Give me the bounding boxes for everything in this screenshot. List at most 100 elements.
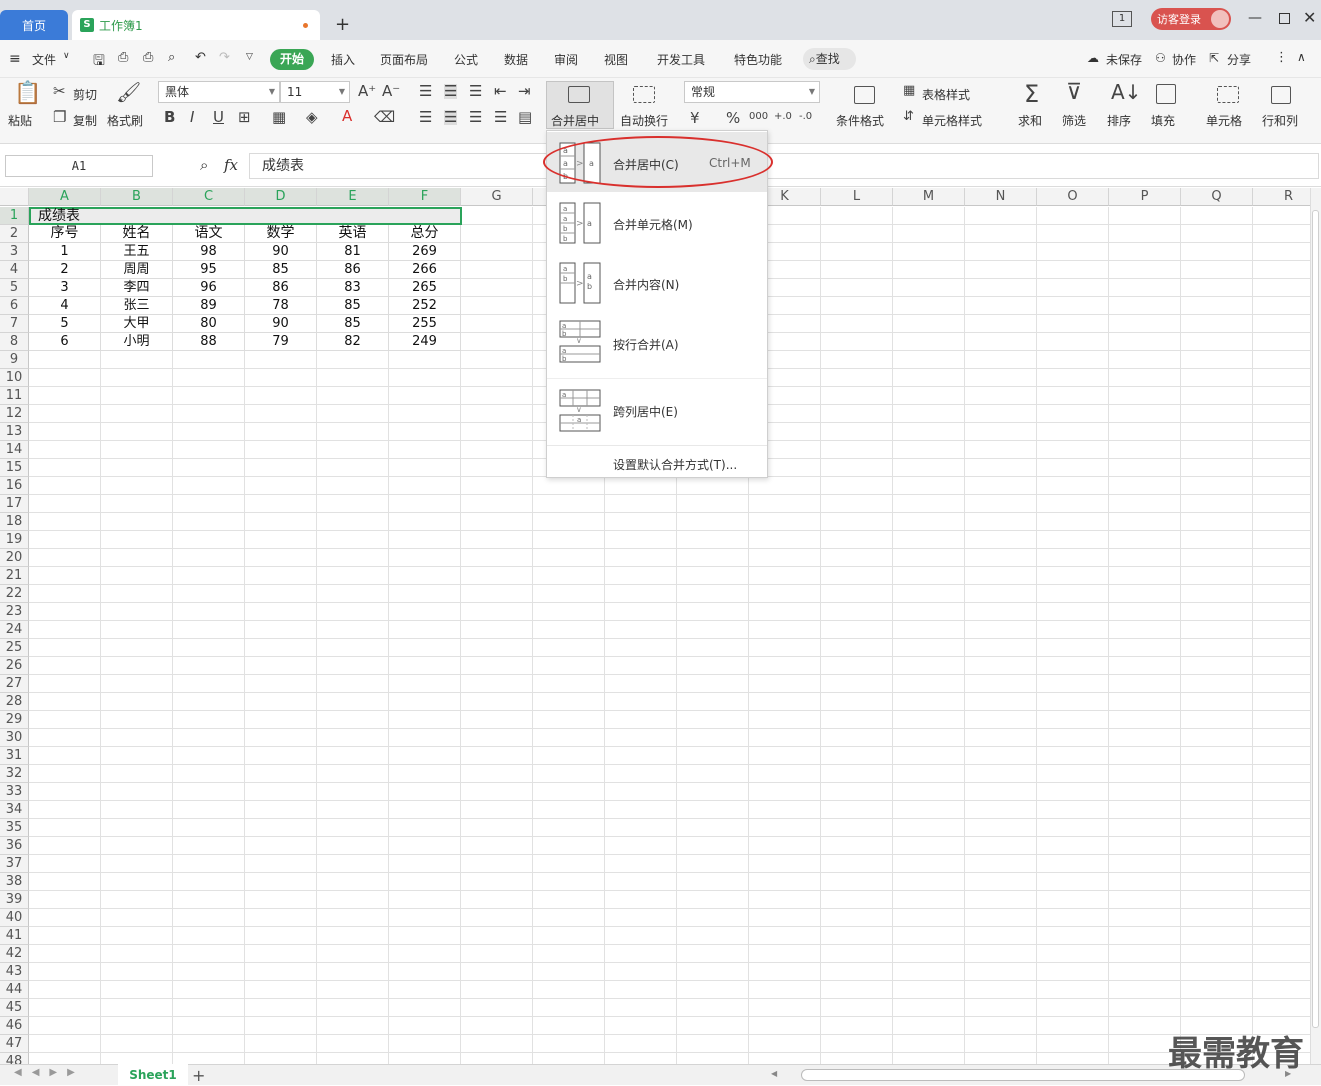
table-cell[interactable]: 86 bbox=[245, 279, 317, 297]
sort-icon[interactable]: A↓ bbox=[1111, 82, 1141, 102]
row-header[interactable]: 19 bbox=[0, 531, 29, 549]
table-cell[interactable]: 269 bbox=[389, 243, 461, 261]
hamburger-icon[interactable]: ≡ bbox=[9, 51, 21, 67]
column-header-c[interactable]: C bbox=[173, 188, 245, 206]
justify-icon[interactable]: ☰ bbox=[494, 110, 507, 125]
row-header[interactable]: 41 bbox=[0, 927, 29, 945]
row-header[interactable]: 33 bbox=[0, 783, 29, 801]
row-header[interactable]: 32 bbox=[0, 765, 29, 783]
sheet-nav-icons[interactable]: ◀◀▶▶ bbox=[14, 1067, 85, 1078]
format-painter-icon[interactable]: 🖌 bbox=[116, 82, 141, 102]
file-menu[interactable]: 文件 bbox=[32, 51, 56, 68]
increase-font-icon[interactable]: A⁺ bbox=[358, 84, 376, 99]
row-header[interactable]: 22 bbox=[0, 585, 29, 603]
cut-button[interactable]: 剪切 bbox=[73, 86, 97, 103]
table-cell[interactable]: 83 bbox=[317, 279, 389, 297]
menu-item-set-default[interactable]: 设置默认合并方式(T)... bbox=[547, 449, 767, 477]
table-cell[interactable]: 78 bbox=[245, 297, 317, 315]
menu-item-center-across[interactable]: a ∨ a 跨列居中(E) bbox=[547, 378, 767, 438]
column-header-g[interactable]: G bbox=[461, 188, 533, 206]
align-center-icon[interactable]: ☰ bbox=[444, 110, 458, 125]
table-cell[interactable]: 249 bbox=[389, 333, 461, 351]
row-header[interactable]: 42 bbox=[0, 945, 29, 963]
unsaved-label[interactable]: 未保存 bbox=[1106, 51, 1142, 68]
cell-button[interactable]: 单元格 bbox=[1206, 112, 1242, 129]
maximize-icon[interactable] bbox=[1279, 13, 1290, 24]
row-header[interactable]: 17 bbox=[0, 495, 29, 513]
column-header-f[interactable]: F bbox=[389, 188, 461, 206]
row-header[interactable]: 8 bbox=[0, 333, 29, 351]
row-header[interactable]: 31 bbox=[0, 747, 29, 765]
align-top-icon[interactable]: ☰ bbox=[419, 84, 432, 99]
italic-icon[interactable]: I bbox=[190, 110, 194, 125]
table-cell[interactable]: 85 bbox=[245, 261, 317, 279]
cell-style-button[interactable]: 单元格样式 bbox=[922, 112, 982, 129]
table-cell[interactable]: 3 bbox=[29, 279, 101, 297]
more-icon[interactable]: ⋮ bbox=[1275, 50, 1288, 65]
row-header[interactable]: 26 bbox=[0, 657, 29, 675]
table-cell[interactable]: 90 bbox=[245, 243, 317, 261]
save-icon[interactable]: 🖫 bbox=[93, 50, 105, 74]
collapse-ribbon-icon[interactable]: ∧ bbox=[1297, 50, 1306, 64]
fx-icon[interactable]: fx bbox=[224, 156, 238, 174]
column-header-d[interactable]: D bbox=[245, 188, 317, 206]
share-button[interactable]: 分享 bbox=[1227, 51, 1251, 68]
scroll-left-icon[interactable]: ◀ bbox=[771, 1069, 777, 1078]
row-header[interactable]: 1 bbox=[0, 207, 29, 225]
row-header[interactable]: 37 bbox=[0, 855, 29, 873]
format-painter-button[interactable]: 格式刷 bbox=[107, 112, 143, 129]
row-header[interactable]: 10 bbox=[0, 369, 29, 387]
table-cell[interactable]: 85 bbox=[317, 315, 389, 333]
table-cell[interactable]: 86 bbox=[317, 261, 389, 279]
redo-icon[interactable]: ↷ bbox=[219, 50, 230, 65]
row-col-button[interactable]: 行和列 bbox=[1262, 112, 1298, 129]
select-all-corner[interactable] bbox=[0, 188, 29, 206]
new-tab-button[interactable]: + bbox=[335, 14, 350, 35]
table-cell[interactable]: 82 bbox=[317, 333, 389, 351]
currency-button[interactable]: ¥ bbox=[690, 111, 700, 126]
column-header-n[interactable]: N bbox=[965, 188, 1037, 206]
table-cell[interactable]: 266 bbox=[389, 261, 461, 279]
formula-input[interactable]: 成绩表 bbox=[249, 153, 1319, 179]
clear-format-icon[interactable]: ⌫ bbox=[374, 110, 395, 125]
row-header[interactable]: 11 bbox=[0, 387, 29, 405]
row-header[interactable]: 16 bbox=[0, 477, 29, 495]
align-right-icon[interactable]: ☰ bbox=[469, 110, 482, 125]
tab-review[interactable]: 审阅 bbox=[554, 51, 578, 68]
indent-increase-icon[interactable]: ⇥ bbox=[518, 84, 531, 99]
row-header[interactable]: 12 bbox=[0, 405, 29, 423]
row-header[interactable]: 4 bbox=[0, 261, 29, 279]
row-header[interactable]: 27 bbox=[0, 675, 29, 693]
row-header[interactable]: 36 bbox=[0, 837, 29, 855]
tab-home[interactable]: 首页 bbox=[0, 10, 68, 40]
row-col-icon[interactable] bbox=[1271, 86, 1291, 104]
cell-style-icon[interactable]: ▦ bbox=[272, 110, 286, 125]
search-button[interactable]: ⌕查找 bbox=[803, 48, 856, 70]
table-cell[interactable]: 王五 bbox=[101, 243, 173, 261]
tab-start[interactable]: 开始 bbox=[270, 49, 314, 70]
row-header[interactable]: 13 bbox=[0, 423, 29, 441]
table-cell[interactable]: 1 bbox=[29, 243, 101, 261]
table-header-cell[interactable]: 总分 bbox=[389, 225, 461, 243]
window-mode-icon[interactable]: 1 bbox=[1112, 11, 1132, 27]
table-cell[interactable]: 95 bbox=[173, 261, 245, 279]
print-icon[interactable]: ⎙ bbox=[143, 50, 153, 65]
table-header-cell[interactable]: 序号 bbox=[29, 225, 101, 243]
table-cell[interactable]: 79 bbox=[245, 333, 317, 351]
font-size-select[interactable]: 11 ▼ bbox=[280, 81, 350, 103]
row-header[interactable]: 14 bbox=[0, 441, 29, 459]
row-header[interactable]: 23 bbox=[0, 603, 29, 621]
row-header[interactable]: 21 bbox=[0, 567, 29, 585]
align-middle-icon[interactable]: ☰ bbox=[444, 84, 458, 99]
undo-icon[interactable]: ↶ bbox=[195, 50, 206, 65]
row-header[interactable]: 30 bbox=[0, 729, 29, 747]
export-icon[interactable]: ⎙ bbox=[118, 50, 128, 65]
table-cell[interactable]: 89 bbox=[173, 297, 245, 315]
tab-data[interactable]: 数据 bbox=[504, 51, 528, 68]
sum-icon[interactable]: Σ bbox=[1024, 82, 1039, 106]
table-cell[interactable]: 255 bbox=[389, 315, 461, 333]
cut-icon[interactable]: ✂ bbox=[53, 84, 66, 99]
row-header[interactable]: 28 bbox=[0, 693, 29, 711]
row-header[interactable]: 34 bbox=[0, 801, 29, 819]
table-cell[interactable]: 5 bbox=[29, 315, 101, 333]
